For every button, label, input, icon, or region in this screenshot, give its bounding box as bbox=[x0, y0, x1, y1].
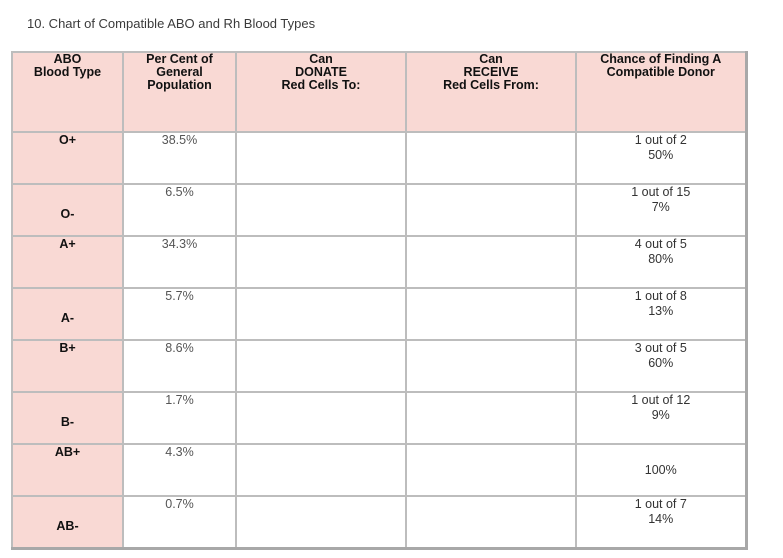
chance-ratio: 1 out of 15 bbox=[631, 185, 691, 199]
receive-cell bbox=[405, 339, 577, 393]
blood-type-cell: A- bbox=[11, 287, 124, 341]
header-blood-type: ABO Blood Type bbox=[11, 51, 124, 133]
table-row: AB+ 4.3% 100% bbox=[11, 443, 748, 497]
receive-cell bbox=[405, 131, 577, 185]
blood-type-cell: AB- bbox=[11, 495, 124, 550]
donate-cell bbox=[235, 443, 407, 497]
table-row: A+ 34.3% 4 out of 5 80% bbox=[11, 235, 748, 289]
header-line: Red Cells To: bbox=[281, 78, 361, 92]
percent-cell: 4.3% bbox=[122, 443, 237, 497]
chance-percent: 100% bbox=[644, 463, 677, 477]
document-title: 10. Chart of Compatible ABO and Rh Blood… bbox=[27, 16, 316, 31]
donate-cell bbox=[235, 287, 407, 341]
percent-cell: 38.5% bbox=[122, 131, 237, 185]
chance-percent: 14% bbox=[648, 512, 674, 526]
donate-cell bbox=[235, 131, 407, 185]
donate-cell bbox=[235, 391, 407, 445]
chance-cell: 1 out of 12 9% bbox=[575, 391, 748, 445]
receive-cell bbox=[405, 443, 577, 497]
receive-cell bbox=[405, 183, 577, 237]
chance-ratio: 3 out of 5 bbox=[634, 341, 687, 355]
table-row: B+ 8.6% 3 out of 5 60% bbox=[11, 339, 748, 393]
receive-cell bbox=[405, 495, 577, 550]
blood-type-cell: O- bbox=[11, 183, 124, 237]
chance-percent: 50% bbox=[648, 148, 674, 162]
donate-cell bbox=[235, 495, 407, 550]
receive-cell bbox=[405, 287, 577, 341]
header-percent: Per Cent of General Population bbox=[122, 51, 237, 133]
chance-cell: 3 out of 5 60% bbox=[575, 339, 748, 393]
donate-cell bbox=[235, 339, 407, 393]
percent-cell: 6.5% bbox=[122, 183, 237, 237]
chance-percent: 9% bbox=[651, 408, 670, 422]
table-row: O- 6.5% 1 out of 15 7% bbox=[11, 183, 748, 237]
chance-ratio: 1 out of 2 bbox=[634, 133, 687, 147]
chance-percent: 60% bbox=[648, 356, 674, 370]
table-row: O+ 38.5% 1 out of 2 50% bbox=[11, 131, 748, 185]
header-donate: Can DONATE Red Cells To: bbox=[235, 51, 407, 133]
chance-ratio: 1 out of 12 bbox=[631, 393, 691, 407]
header-chance: Chance of Finding A Compatible Donor bbox=[575, 51, 748, 133]
header-line: Compatible Donor bbox=[606, 65, 715, 79]
chance-cell: 4 out of 5 80% bbox=[575, 235, 748, 289]
table-row: A- 5.7% 1 out of 8 13% bbox=[11, 287, 748, 341]
table-row: AB- 0.7% 1 out of 7 14% bbox=[11, 495, 748, 550]
header-receive: Can RECEIVE Red Cells From: bbox=[405, 51, 577, 133]
receive-cell bbox=[405, 391, 577, 445]
blood-type-cell: B+ bbox=[11, 339, 124, 393]
receive-cell bbox=[405, 235, 577, 289]
chance-cell: 1 out of 2 50% bbox=[575, 131, 748, 185]
header-line: Blood Type bbox=[33, 65, 102, 79]
percent-cell: 34.3% bbox=[122, 235, 237, 289]
chance-percent: 13% bbox=[648, 304, 674, 318]
blood-type-cell: B- bbox=[11, 391, 124, 445]
donate-cell bbox=[235, 183, 407, 237]
chance-ratio: 4 out of 5 bbox=[634, 237, 687, 251]
header-row: ABO Blood Type Per Cent of General Popul… bbox=[11, 51, 748, 133]
chance-cell: 1 out of 8 13% bbox=[575, 287, 748, 341]
percent-cell: 8.6% bbox=[122, 339, 237, 393]
chance-cell: 100% bbox=[575, 443, 748, 497]
chance-ratio: 1 out of 7 bbox=[634, 497, 687, 511]
blood-type-cell: AB+ bbox=[11, 443, 124, 497]
header-line: Red Cells From: bbox=[443, 78, 539, 92]
blood-type-cell: A+ bbox=[11, 235, 124, 289]
table-row: B- 1.7% 1 out of 12 9% bbox=[11, 391, 748, 445]
chance-cell: 1 out of 7 14% bbox=[575, 495, 748, 550]
chance-percent: 80% bbox=[648, 252, 674, 266]
percent-cell: 0.7% bbox=[122, 495, 237, 550]
percent-cell: 1.7% bbox=[122, 391, 237, 445]
percent-cell: 5.7% bbox=[122, 287, 237, 341]
header-line: Population bbox=[147, 78, 212, 92]
blood-type-cell: O+ bbox=[11, 131, 124, 185]
donate-cell bbox=[235, 235, 407, 289]
chance-percent: 7% bbox=[651, 200, 670, 214]
chance-cell: 1 out of 15 7% bbox=[575, 183, 748, 237]
chance-ratio: 1 out of 8 bbox=[634, 289, 687, 303]
blood-type-table: ABO Blood Type Per Cent of General Popul… bbox=[11, 51, 748, 550]
